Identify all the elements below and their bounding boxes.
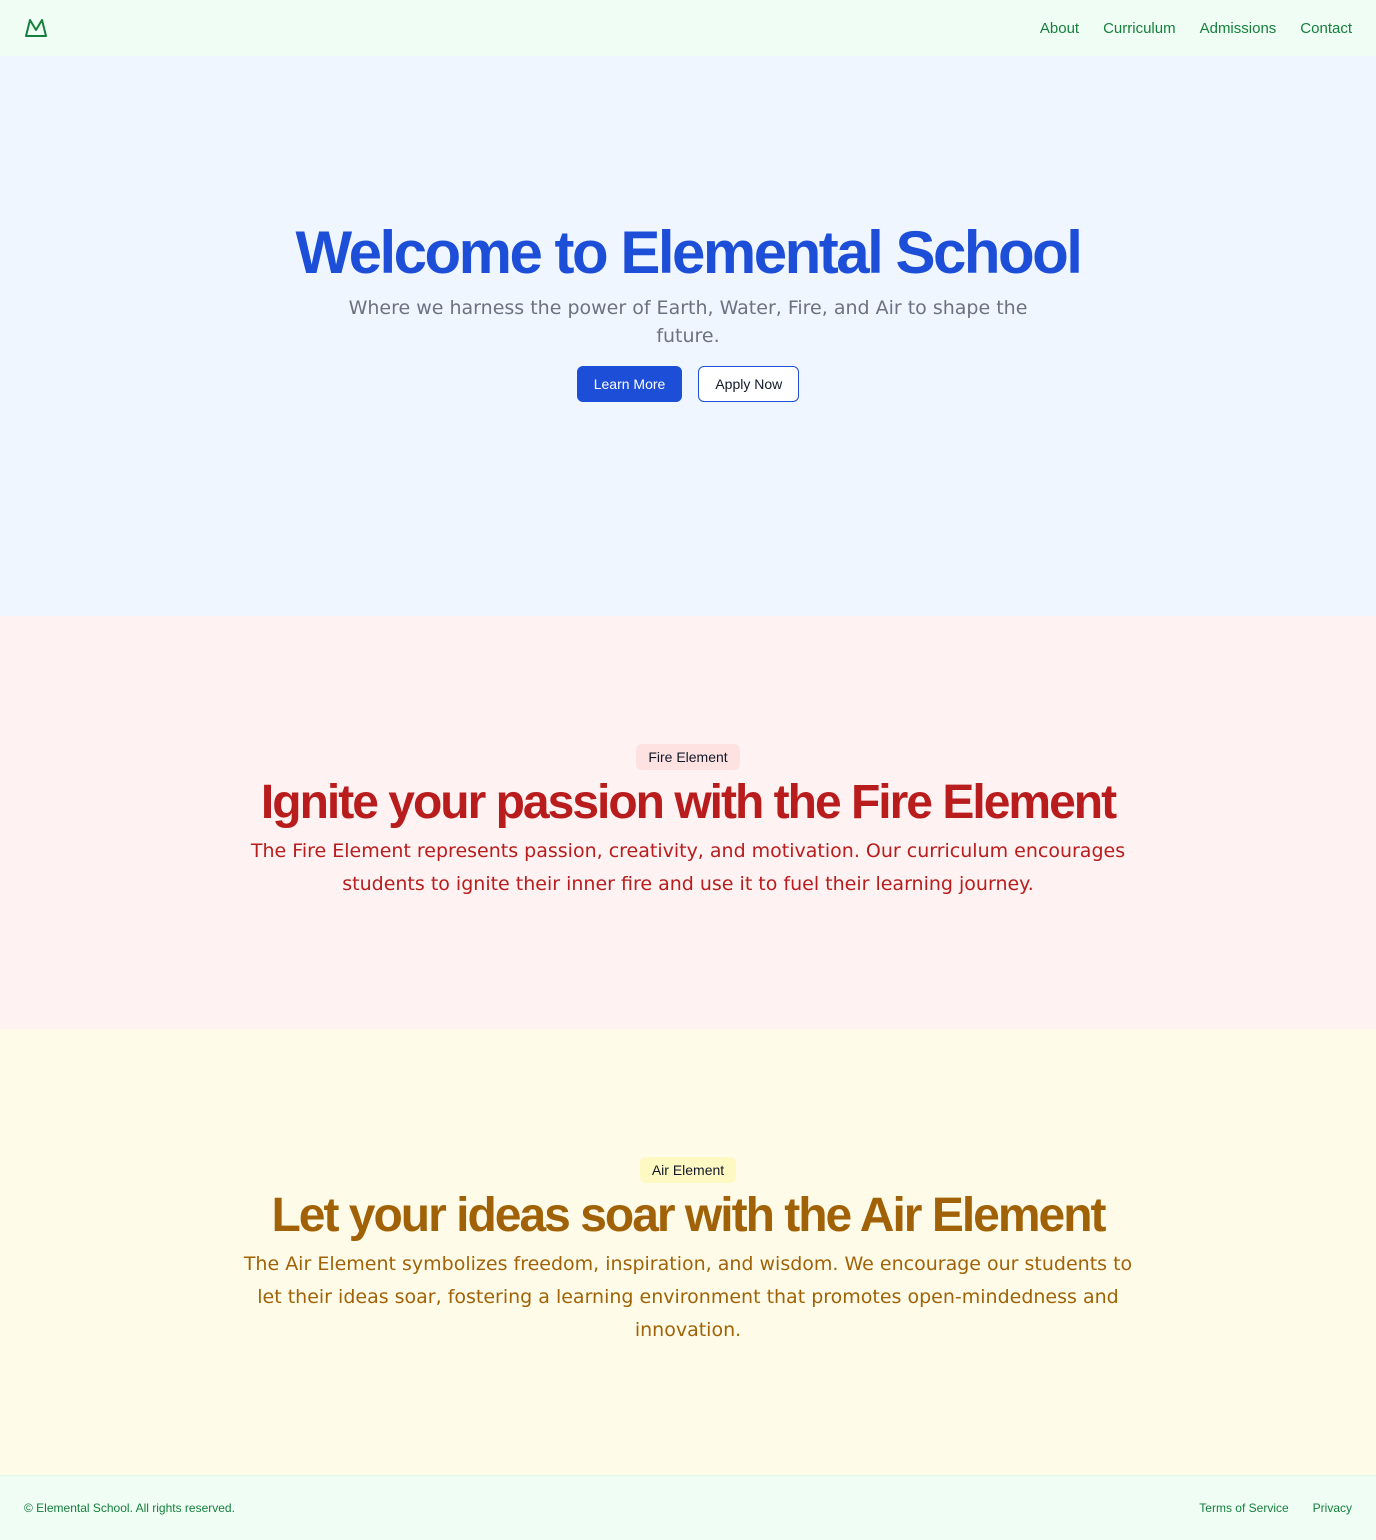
air-badge: Air Element: [639, 1156, 737, 1183]
hero-title: Welcome to Elemental School: [295, 218, 1083, 286]
hero-section: Welcome to Elemental School Where we har…: [0, 56, 1376, 616]
air-section: Air Element Let your ideas soar with the…: [0, 1029, 1376, 1475]
fire-badge: Fire Element: [636, 743, 740, 770]
apply-now-button[interactable]: Apply Now: [698, 365, 800, 402]
footer-links: Terms of Service Privacy: [1199, 1501, 1352, 1515]
fire-body: The Fire Element represents passion, cre…: [250, 840, 1126, 896]
site-header: About Curriculum Admissions Contact: [0, 0, 1376, 56]
logo-link[interactable]: [24, 16, 48, 40]
privacy-link[interactable]: Privacy: [1313, 1501, 1352, 1515]
hero-subtitle: Where we harness the power of Earth, Wat…: [348, 296, 1028, 347]
mountain-icon: [25, 19, 47, 37]
hero-actions: Learn More Apply Now: [576, 365, 800, 402]
terms-link[interactable]: Terms of Service: [1199, 1501, 1288, 1515]
copyright-text: © Elemental School. All rights reserved.: [24, 1501, 235, 1515]
air-title: Let your ideas soar with the Air Element: [271, 1188, 1106, 1242]
nav-admissions[interactable]: Admissions: [1200, 20, 1277, 37]
air-body: The Air Element symbolizes freedom, insp…: [243, 1253, 1133, 1342]
nav-about[interactable]: About: [1040, 20, 1079, 37]
nav-curriculum[interactable]: Curriculum: [1103, 20, 1176, 37]
fire-section: Fire Element Ignite your passion with th…: [0, 616, 1376, 1029]
nav-contact[interactable]: Contact: [1300, 20, 1352, 37]
main-nav: About Curriculum Admissions Contact: [1040, 20, 1352, 37]
site-footer: © Elemental School. All rights reserved.…: [0, 1475, 1376, 1540]
fire-title: Ignite your passion with the Fire Elemen…: [260, 775, 1117, 829]
learn-more-button[interactable]: Learn More: [576, 365, 683, 402]
